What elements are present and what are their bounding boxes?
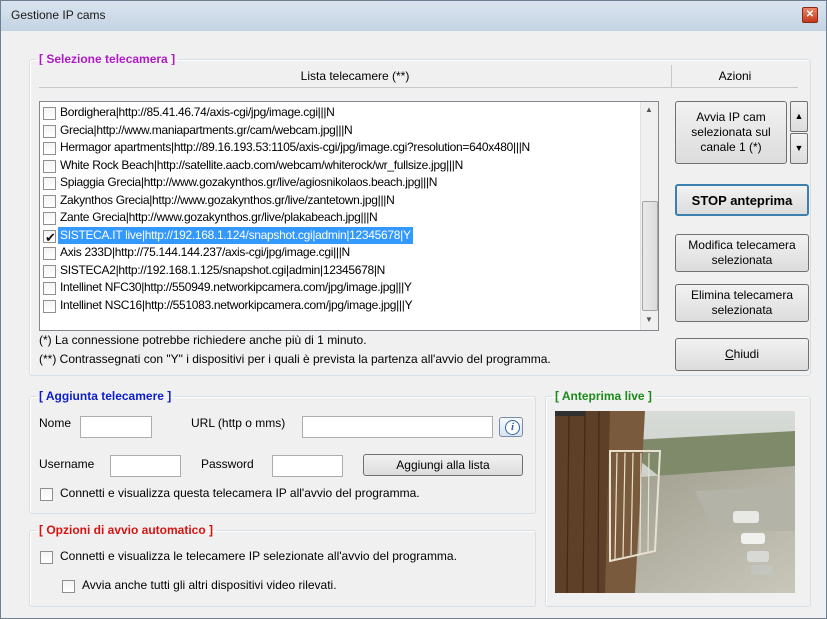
title-bar: Gestione IP cams ✕ (1, 1, 826, 31)
opt-autostart-label: Connetti e visualizza le telecamere IP s… (60, 549, 457, 563)
spin-up-icon[interactable]: ▲ (790, 101, 808, 132)
camera-list[interactable]: Bordighera|http://85.41.46.74/axis-cgi/j… (39, 101, 659, 331)
list-item-checkbox[interactable] (43, 212, 56, 225)
list-item-label: Grecia|http://www.maniapartments.gr/cam/… (60, 122, 353, 137)
list-scrollbar[interactable]: ▲ ▼ (640, 102, 658, 330)
list-item[interactable]: Zakynthos Grecia|http://www.gozakynthos.… (40, 192, 640, 209)
list-item-checkbox[interactable] (43, 142, 56, 155)
info-icon: i (505, 420, 520, 435)
dialog-body: [ Selezione telecamera ] Lista telecamer… (9, 31, 818, 612)
list-item-label: Zakynthos Grecia|http://www.gozakynthos.… (60, 192, 395, 207)
stop-anteprima-button[interactable]: STOP anteprima (675, 184, 809, 216)
password-input[interactable] (272, 455, 343, 477)
password-label: Password (201, 457, 254, 471)
list-item-label: SISTECA.IT live|http://192.168.1.124/sna… (58, 226, 413, 244)
nome-input[interactable] (80, 416, 152, 438)
list-item[interactable]: Zante Grecia|http://www.gozakynthos.gr/l… (40, 209, 640, 226)
username-input[interactable] (110, 455, 181, 477)
opzioni-legend: [ Opzioni di avvio automatico ] (39, 523, 214, 537)
list-item-checkbox[interactable] (43, 264, 56, 278)
url-input[interactable] (302, 416, 493, 438)
chiudi-mnemonic: C (724, 347, 734, 361)
list-item-label: Intellinet NSC16|http://551083.networkip… (60, 297, 413, 312)
scroll-down-arrow-icon[interactable]: ▼ (645, 315, 653, 324)
list-item[interactable]: ✔ SISTECA.IT live|http://192.168.1.124/sn… (40, 226, 640, 245)
nome-label: Nome (39, 416, 72, 430)
list-item-checkbox[interactable]: ✔ (43, 229, 56, 245)
list-header: Lista telecamere (**) (39, 65, 672, 88)
opzioni-group: [ Opzioni di avvio automatico ] (29, 523, 536, 607)
list-item-checkbox[interactable] (43, 177, 56, 190)
selezione-legend: [ Selezione telecamera ] (39, 52, 176, 66)
autoconnect-checkbox[interactable] (40, 488, 53, 501)
preview-scene (555, 411, 795, 593)
main-window: Gestione IP cams ✕ [ Selezione telecamer… (0, 0, 827, 619)
info-button[interactable]: i (499, 417, 523, 437)
anteprima-legend: [ Anteprima live ] (555, 389, 652, 403)
chiudi-label-rest: hiudi (733, 347, 760, 361)
list-item-checkbox[interactable] (43, 247, 56, 260)
autoconnect-label: Connetti e visualizza questa telecamera … (60, 486, 420, 500)
actions-header: Azioni (672, 65, 798, 88)
opt-autostart-checkbox[interactable] (40, 551, 53, 564)
list-item[interactable]: Axis 233D|http://75.144.144.237/axis-cgi… (40, 244, 640, 261)
list-item[interactable]: SISTECA2|http://192.168.1.125/snapshot.c… (40, 262, 640, 279)
list-item-label: White Rock Beach|http://satellite.aacb.c… (60, 157, 463, 172)
list-item-label: Hermagor apartments|http://89.16.193.53:… (60, 140, 530, 154)
url-label: URL (http o mms) (191, 416, 286, 430)
spin-down-icon[interactable]: ▼ (790, 133, 808, 164)
list-item[interactable]: Grecia|http://www.maniapartments.gr/cam/… (40, 122, 640, 139)
list-item[interactable]: Spiaggia Grecia|http://www.gozakynthos.g… (40, 174, 640, 191)
window-title: Gestione IP cams (11, 8, 106, 22)
list-item-checkbox[interactable] (43, 194, 56, 208)
note-connection: (*) La connessione potrebbe richiedere a… (39, 333, 367, 347)
list-item-checkbox[interactable] (43, 124, 56, 138)
note-flagged: (**) Contrassegnati con "Y" i dispositiv… (39, 352, 551, 366)
close-icon[interactable]: ✕ (802, 7, 818, 23)
modifica-camera-button[interactable]: Modifica telecamera selezionata (675, 234, 809, 272)
list-item[interactable]: Bordighera|http://85.41.46.74/axis-cgi/j… (40, 104, 640, 121)
scroll-up-arrow-icon[interactable]: ▲ (645, 105, 653, 114)
list-item-checkbox[interactable] (43, 159, 56, 173)
list-item[interactable]: Hermagor apartments|http://89.16.193.53:… (40, 139, 640, 156)
list-item-checkbox[interactable] (43, 107, 56, 120)
live-preview-image (555, 411, 795, 593)
list-item-label: Axis 233D|http://75.144.144.237/axis-cgi… (60, 245, 350, 259)
list-item-label: Intellinet NFC30|http://550949.networkip… (60, 280, 412, 294)
list-item-label: Spiaggia Grecia|http://www.gozakynthos.g… (60, 175, 438, 189)
list-item[interactable]: Intellinet NSC16|http://551083.networkip… (40, 297, 640, 314)
scroll-thumb[interactable] (642, 201, 658, 311)
elimina-camera-button[interactable]: Elimina telecamera selezionata (675, 284, 809, 322)
list-item[interactable]: White Rock Beach|http://satellite.aacb.c… (40, 157, 640, 174)
list-item-label: Zante Grecia|http://www.gozakynthos.gr/l… (60, 210, 378, 224)
opt-other-devices-label: Avvia anche tutti gli altri dispositivi … (82, 578, 337, 592)
avvia-ipcam-button[interactable]: Avvia IP cam selezionata sul canale 1 (*… (675, 101, 787, 164)
list-item-label: SISTECA2|http://192.168.1.125/snapshot.c… (60, 262, 385, 277)
list-item-label: Bordighera|http://85.41.46.74/axis-cgi/j… (60, 105, 335, 119)
checkmark-icon: ✔ (45, 229, 56, 245)
list-item-checkbox[interactable] (43, 299, 56, 313)
username-label: Username (39, 457, 95, 471)
chiudi-button[interactable]: Chiudi (675, 338, 809, 371)
aggiungi-button[interactable]: Aggiungi alla lista (363, 454, 523, 476)
list-item-checkbox[interactable] (43, 282, 56, 295)
opt-other-devices-checkbox[interactable] (62, 580, 75, 593)
aggiunta-legend: [ Aggiunta telecamere ] (39, 389, 172, 403)
list-item[interactable]: Intellinet NFC30|http://550949.networkip… (40, 279, 640, 296)
